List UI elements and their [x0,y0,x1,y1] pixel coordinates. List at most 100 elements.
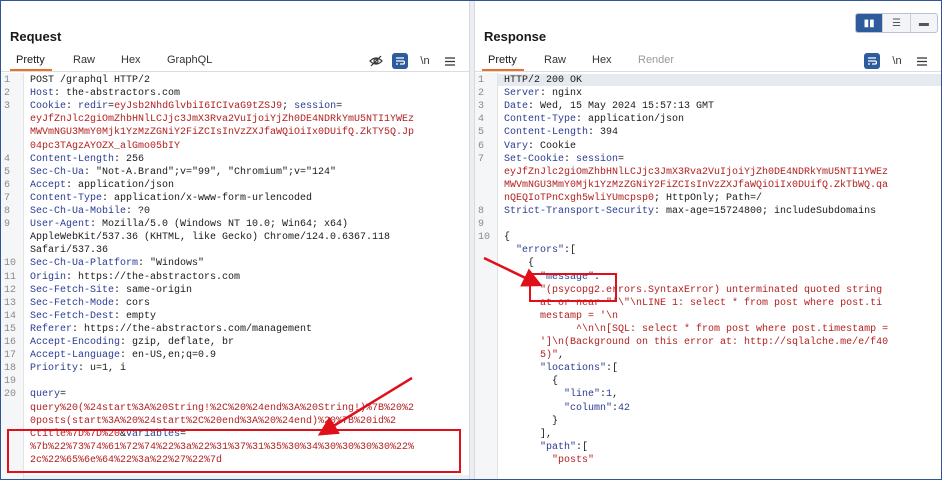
code-line: Priority: u=1, i [30,363,126,375]
line-number: 6 [4,179,11,191]
code-token: : en-US,en;q=0.9 [120,350,217,362]
code-line: Sec-Fetch-Mode: cors [30,298,150,310]
highlight-box-message [529,273,617,302]
line-number: 20 [4,389,17,401]
code-token: Accept-Language [30,350,121,362]
response-title: Response [484,29,547,44]
code-token: "errors" [516,245,565,257]
code-token: eyJfZnJlc2giOmZhbHNlLCJjc3JmX3Rva2VuIjoi… [30,114,415,126]
code-line: "posts" [504,455,594,467]
code-token: Sec-Ch-Ua-Platform [30,258,139,270]
code-token: : [564,153,577,165]
code-token: "line" [564,389,601,401]
code-token: : "Windows" [138,258,205,270]
split-horizontal-icon[interactable]: ▮▮ [856,14,884,32]
code-line: Content-Length: 256 [30,154,144,166]
code-token: Cookie [30,101,67,113]
code-token: : 394 [588,127,619,139]
line-number: 8 [4,206,11,217]
code-token: 42 [618,402,631,414]
request-tab-hex[interactable]: Hex [121,54,141,66]
line-number: 3 [4,101,11,113]
code-token: mestamp = '\n [540,310,619,322]
code-line: Host: the-abstractors.com [30,88,180,100]
code-token: Strict-Transport-Security [504,206,655,217]
code-token: Date [504,101,529,113]
code-line: Accept-Encoding: gzip, deflate, br [30,337,234,349]
code-token: :[ [606,363,619,375]
request-editor[interactable]: 1 POST /graphql HTTP/2 2 Host: the-abstract… [1,73,469,479]
menu-icon[interactable] [442,53,458,69]
code-line: Safari/537.36 [30,245,108,257]
code-token: Accept-Encoding [30,337,121,348]
code-line: Accept: application/json [30,180,174,192]
code-line: eyJfZnJlc2giOmZhbHNlLCJjc3JmX3Rva2VuIjoi… [30,114,414,126]
code-token: : ?0 [126,206,151,217]
response-tab-pretty[interactable]: Pretty [488,54,517,66]
code-token: : the-abstractors.com [54,88,181,100]
request-tab-pretty[interactable]: Pretty [16,54,45,66]
eye-off-icon[interactable] [368,53,384,69]
request-horizontal-scrollbar[interactable] [24,475,469,479]
code-token: Referer [30,323,73,335]
line-number: 10 [478,232,491,244]
code-line: Server: nginx [504,88,582,100]
code-token: 04pc3TAgzAYOZX_alGmo05bIY [30,140,181,152]
request-pane: Request Pretty Raw Hex GraphQL \n 1 POST … [1,1,469,479]
code-line: Content-Length: 394 [504,127,618,139]
request-tab-raw[interactable]: Raw [73,54,95,66]
wrap-icon[interactable] [864,53,880,69]
code-line: MWVmNGU3MmY0Mjk1YzMzZGNiY2FiZCIsInVzZXJf… [30,127,414,139]
menu-icon[interactable] [914,53,930,69]
code-line: Sec-Ch-Ua-Platform: "Windows" [30,258,204,270]
code-line: ^\n\n[SQL: select * from post where post… [504,324,888,336]
code-token: = [336,101,343,113]
code-token: : Wed, 15 May 2024 15:57:13 GMT [528,101,715,113]
single-pane-icon[interactable]: ▬ [911,14,937,32]
code-token: ], [504,428,553,440]
code-line: HTTP/2 200 OK [504,75,582,87]
wrap-icon[interactable] [392,53,408,69]
code-token: : u=1, i [78,363,127,375]
response-tab-hex[interactable]: Hex [592,54,612,66]
line-number: 11 [4,271,17,283]
code-line: Content-Type: application/x-www-form-url… [30,193,312,205]
code-line: POST /graphql HTTP/2 [30,75,150,87]
newline-icon[interactable]: \n [417,53,433,69]
code-token: { [504,232,511,244]
response-tab-render[interactable]: Render [638,54,674,66]
newline-icon[interactable]: \n [889,53,905,69]
code-token: : empty [114,310,157,322]
code-token: Sec-Ch-Ua [30,166,85,178]
code-token: Content-Length [504,127,589,139]
code-token: nQEQIoTPnCxgh5wliYUmcpsp0 [504,192,655,204]
code-line: Sec-Ch-Ua: "Not-A.Brand";v="99", "Chromi… [30,167,336,179]
code-token: "posts" [552,454,595,466]
code-token: : "Not-A.Brand";v="99", "Chromium";v="12… [84,166,337,178]
code-line: } [504,416,558,428]
response-tab-raw[interactable]: Raw [544,54,566,66]
line-number: 6 [478,140,485,152]
request-tab-graphql[interactable]: GraphQL [167,54,212,66]
code-line: Strict-Transport-Security: max-age=15724… [504,206,876,218]
code-token: "locations" [540,363,607,375]
code-token: MWVmNGU3MmY0Mjk1YzMzZGNiY2FiZCIsInVzZXJf… [504,179,889,191]
code-token: session [576,153,619,165]
code-line: Vary: Cookie [504,141,576,153]
line-number: 8 [478,206,485,217]
code-token: :[ [576,441,589,453]
code-token: Content-Type [30,192,103,204]
code-line: { [504,376,558,388]
code-token: ; HttpOnly; Path=/ [654,192,763,204]
split-vertical-icon[interactable]: ☰ [883,14,911,32]
code-line: Origin: https://the-abstractors.com [30,272,240,284]
code-token: Content-Type [504,114,577,126]
line-number: 1 [478,75,485,86]
code-line: Accept-Language: en-US,en;q=0.9 [30,350,216,362]
